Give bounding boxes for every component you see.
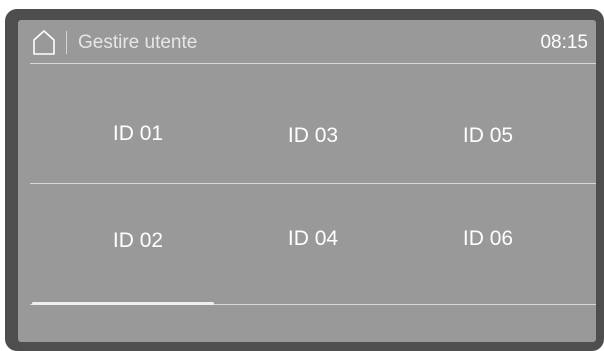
home-icon[interactable] — [31, 29, 57, 55]
user-id-02-button[interactable]: ID 02 — [48, 219, 228, 263]
clock-time: 08:15 — [540, 32, 588, 53]
page-scroll-indicator — [32, 302, 214, 305]
header-bar: Gestire utente 08:15 — [18, 20, 596, 64]
user-id-04-button[interactable]: ID 04 — [223, 217, 403, 261]
page-title: Gestire utente — [78, 32, 198, 53]
display-screen: Gestire utente 08:15 ID 01 ID 03 ID 05 I… — [18, 20, 596, 342]
user-id-06-button[interactable]: ID 06 — [398, 217, 578, 261]
row-separator — [30, 183, 596, 184]
user-id-01-button[interactable]: ID 01 — [48, 112, 228, 156]
user-id-03-button[interactable]: ID 03 — [223, 114, 403, 158]
header-divider — [66, 31, 67, 54]
header-separator — [30, 63, 596, 64]
user-id-05-button[interactable]: ID 05 — [398, 114, 578, 158]
